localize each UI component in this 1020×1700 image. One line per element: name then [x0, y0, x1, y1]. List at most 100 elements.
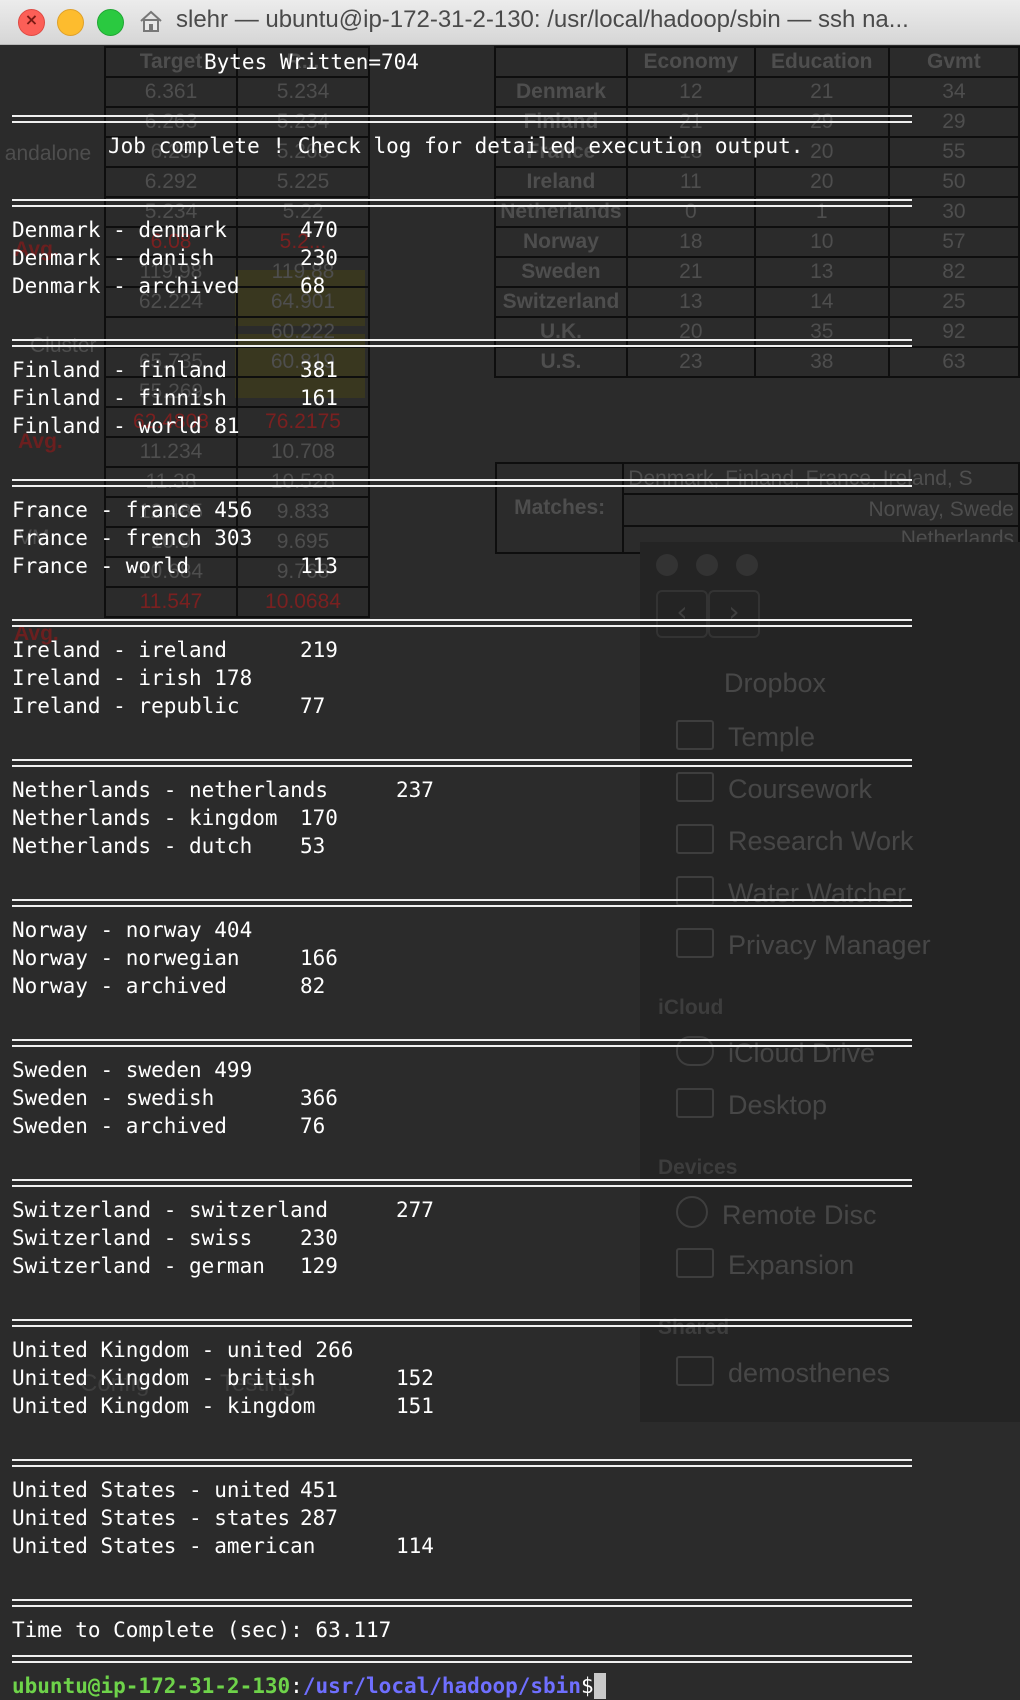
result-label: Finland - world 81 [12, 414, 240, 438]
result-label: United States - states [12, 1506, 291, 1530]
sheet-cell: 11 [625, 166, 756, 198]
terminal-output[interactable]: Bytes Written=704 Job complete ! Check lo… [12, 48, 912, 1700]
desktop-icon [676, 1088, 714, 1118]
disc-icon [676, 1196, 708, 1228]
sheet-cell: 0 [625, 196, 756, 228]
finder-max-dot [736, 554, 758, 576]
minimize-window-button[interactable] [57, 9, 84, 36]
separator-line [12, 1644, 912, 1672]
sidebar-item-desktop[interactable]: Desktop [676, 1088, 827, 1121]
sheet-cell: 21 [625, 256, 756, 288]
result-count: 230 [300, 246, 338, 270]
result-label: Finland - finnish [12, 386, 227, 410]
folder-icon [676, 772, 714, 802]
sidebar-item-research-work[interactable]: Research Work [676, 824, 914, 857]
sheet-cell: 14 [753, 286, 890, 318]
result-label: Denmark - archived [12, 274, 240, 298]
result-count: 230 [300, 1226, 338, 1250]
sheet-cell: 12 [625, 76, 756, 108]
time-complete-line: Time to Complete (sec): 63.117 [12, 1616, 606, 1644]
back-button[interactable]: ‹ [656, 590, 708, 638]
result-row: United States - united 451 [12, 1476, 606, 1504]
result-label: Denmark - danish [12, 246, 215, 270]
result-label: United Kingdom - kingdom [12, 1394, 316, 1418]
result-row: Norway - archived 82 [12, 972, 606, 1000]
sheet-cell: Education [753, 46, 890, 78]
sheet-cell: 18 [625, 226, 756, 258]
time-complete-text: Time to Complete (sec): 63.117 [12, 1618, 392, 1642]
sidebar-item-remote-disc[interactable]: Remote Disc [676, 1196, 877, 1231]
window-titlebar[interactable]: × slehr — ubuntu@ip-172-31-2-130: /usr/l… [0, 0, 1020, 45]
result-row: Netherlands - netherlands 237 [12, 776, 606, 804]
close-window-button[interactable]: × [18, 9, 45, 36]
sheet-cell: 30 [887, 196, 1020, 228]
chevron-left-icon: ‹ [676, 595, 688, 628]
drive-icon [676, 1248, 714, 1278]
sheet-cell: 34 [887, 76, 1020, 108]
result-row: Finland - finnish 161 [12, 384, 606, 412]
sheet-cell: 82 [887, 256, 1020, 288]
result-count: 129 [300, 1254, 338, 1278]
sidebar-item-coursework[interactable]: Coursework [676, 772, 872, 805]
separator-line [12, 748, 912, 776]
folder-icon [676, 928, 714, 958]
result-label: Netherlands - kingdom [12, 806, 278, 830]
sidebar-item-demosthenes[interactable]: demosthenes [676, 1356, 890, 1389]
sheet-cell: Gvmt [887, 46, 1020, 78]
result-count: 219 [300, 638, 338, 662]
result-label: France - french 303 [12, 526, 253, 550]
result-count: 237 [396, 778, 434, 802]
maximize-window-button[interactable] [97, 9, 124, 36]
sidebar-item-temple[interactable]: Temple [676, 720, 815, 753]
finder-sidebar: ‹ › Dropbox Temple Coursework Research W… [640, 542, 1020, 1422]
sidebar-item-dropbox[interactable]: Dropbox [676, 668, 826, 699]
chevron-right-icon: › [728, 595, 740, 628]
separator-line [12, 188, 912, 216]
result-label: Norway - norway 404 [12, 918, 253, 942]
matches-line-2: Norway, Swede [622, 493, 1020, 527]
prompt-path: /usr/local/hadoop/sbin [302, 1674, 581, 1698]
result-row: United States - states 287 [12, 1504, 606, 1532]
result-count: 76 [300, 1114, 326, 1138]
prompt-user: ubuntu@ip-172-31-2-130 [12, 1674, 291, 1698]
result-label: United States - united [12, 1478, 291, 1502]
result-row: Denmark - archived 68 [12, 272, 606, 300]
home-icon [140, 10, 162, 32]
result-label: Sweden - sweden 499 [12, 1058, 253, 1082]
result-row: Finland - world 81 [12, 412, 606, 440]
sheet-cell: 23 [625, 346, 756, 378]
sheet-cell: 35 [753, 316, 890, 348]
window-title: slehr — ubuntu@ip-172-31-2-130: /usr/loc… [176, 6, 909, 33]
sidebar-item-expansion[interactable]: Expansion [676, 1248, 854, 1281]
separator-line [12, 104, 912, 132]
forward-button[interactable]: › [708, 590, 760, 638]
result-label: United States - american [12, 1534, 316, 1558]
sheet-cell: 38 [753, 346, 890, 378]
separator-line [12, 1588, 912, 1616]
finder-close-dot [656, 554, 678, 576]
result-row: Denmark - denmark 470 [12, 216, 606, 244]
sheet-cell: 55 [887, 136, 1020, 168]
sidebar-item-privacy-manager[interactable]: Privacy Manager [676, 928, 931, 961]
sheet-cell: 63 [887, 346, 1020, 378]
sheet-cell: 13 [753, 256, 890, 288]
result-label: Ireland - ireland [12, 638, 227, 662]
result-label: Norway - norwegian [12, 946, 240, 970]
result-count: 113 [300, 554, 338, 578]
close-icon: × [24, 10, 39, 29]
result-label: Norway - archived [12, 974, 227, 998]
shell-prompt-line[interactable]: ubuntu@ip-172-31-2-130:/usr/local/hadoop… [12, 1672, 606, 1700]
result-label: Switzerland - swiss [12, 1226, 253, 1250]
sheet-cell: 1 [753, 196, 890, 228]
result-row: Ireland - ireland 219 [12, 636, 606, 664]
folder-icon [676, 824, 714, 854]
separator-line [12, 1308, 912, 1336]
